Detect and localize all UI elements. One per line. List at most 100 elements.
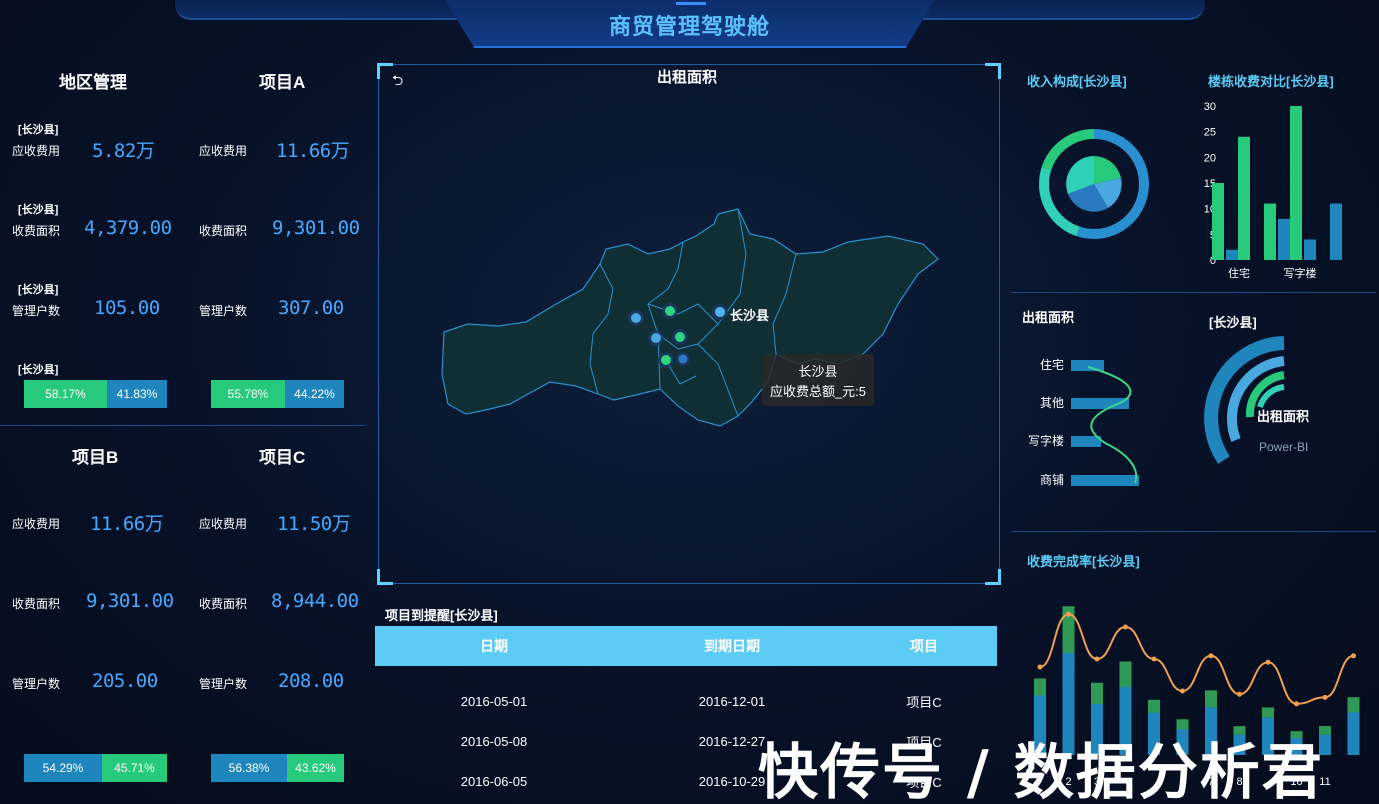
map-marker[interactable] (672, 329, 688, 345)
project-b-pct-blue: 54.29% (24, 754, 102, 782)
building-chart[interactable]: 051015202530 住宅写字楼 (1196, 96, 1356, 286)
map-svg[interactable] (378, 64, 1000, 584)
table-row[interactable]: 2016-05-01 2016-12-01 项目C (375, 681, 997, 721)
income-donut[interactable] (1038, 128, 1150, 240)
project-a-area-value: 9,301.00 (272, 217, 360, 239)
map-tooltip: 长沙县 应收费总额_元:5 (762, 354, 874, 406)
project-c-hh-value: 208.00 (278, 670, 344, 692)
map-marker[interactable] (658, 352, 674, 368)
project-c-area-value: 8,944.00 (271, 590, 359, 612)
table-header-project[interactable]: 项目 (851, 626, 997, 666)
map-marker[interactable] (628, 310, 644, 326)
project-b-area-value: 9,301.00 (86, 590, 174, 612)
completion-title: 收费完成率[长沙县] (1027, 554, 1140, 569)
project-c-fee-value: 11.50万 (277, 513, 351, 535)
right-divider (1012, 531, 1376, 532)
building-title: 楼栋收费对比[长沙县] (1208, 74, 1334, 89)
project-c-area-label: 收费面积 (199, 597, 248, 611)
table-header-date[interactable]: 日期 (375, 626, 613, 666)
table-cell: 2016-12-01 (698, 693, 766, 709)
bar (1264, 203, 1276, 260)
bar (1034, 678, 1046, 696)
left-divider (0, 425, 366, 426)
y-label: 写字楼 (1028, 433, 1064, 448)
line-point (1351, 653, 1356, 659)
map-marker[interactable] (712, 304, 728, 320)
map-marker[interactable] (676, 352, 690, 366)
project-b-title: 项目B (72, 448, 119, 467)
region-fee-value: 5.82万 (92, 140, 155, 162)
region-area-value: 4,379.00 (84, 217, 172, 239)
line-point (1037, 664, 1043, 670)
project-c-title: 项目C (259, 448, 306, 467)
gauge-sub: Power-BI (1259, 440, 1309, 454)
map-marker[interactable] (648, 330, 664, 346)
bar (1238, 136, 1250, 260)
table-cell: 项目C (906, 694, 942, 710)
bar (1071, 436, 1101, 447)
line-point (1322, 694, 1328, 700)
project-c-pct-blue: 56.38% (211, 754, 287, 782)
watermark: 快传号 / 数据分析君 (758, 738, 1324, 804)
project-b-area-label: 收费面积 (12, 597, 61, 611)
project-b-fee-label: 应收费用 (12, 517, 61, 531)
bar (1148, 699, 1160, 713)
bar (1091, 682, 1103, 704)
bar (1347, 712, 1360, 755)
project-a-fee-label: 应收费用 (199, 144, 248, 158)
tooltip-line2: 应收费总额_元:5 (769, 384, 867, 399)
bar (1071, 475, 1139, 486)
project-c-pct-green: 43.62% (287, 754, 344, 782)
x-label: 住宅 (1228, 266, 1250, 280)
bar (1119, 661, 1132, 687)
table-header-due[interactable]: 到期日期 (613, 626, 851, 666)
region-title: 地区管理 (59, 73, 127, 92)
bar (1262, 707, 1274, 718)
project-a-hh-label: 管理户数 (199, 304, 248, 318)
bar (1205, 690, 1217, 708)
tick-label: 25 (1204, 127, 1216, 139)
region-tag: [长沙县] (18, 204, 59, 216)
project-a-pct-green: 55.78% (211, 380, 285, 408)
right-divider (1012, 292, 1376, 293)
line-point (1208, 653, 1214, 659)
x-label: 写字楼 (1284, 266, 1317, 280)
gauge-label: 出租面积 (1257, 409, 1310, 424)
bar (1278, 218, 1290, 260)
bar (1330, 203, 1342, 260)
bar (1304, 239, 1316, 260)
map-city-label: 长沙县 (730, 308, 770, 323)
table-cell: 2016-05-01 (460, 693, 528, 709)
bar (1347, 697, 1360, 713)
project-b-hh-value: 205.00 (92, 670, 158, 692)
region-fee-label: 应收费用 (12, 144, 61, 158)
project-c-fee-label: 应收费用 (199, 517, 248, 531)
region-tag: [长沙县] (18, 124, 59, 136)
tick-label: 30 (1204, 101, 1216, 113)
y-label: 住宅 (1040, 357, 1064, 372)
project-a-pct-blue: 44.22% (285, 380, 344, 408)
project-a-fee-value: 11.66万 (276, 140, 350, 162)
project-b-fee-value: 11.66万 (90, 513, 164, 535)
map-marker[interactable] (662, 303, 678, 319)
y-label: 商铺 (1040, 472, 1064, 487)
line-point (1265, 659, 1271, 665)
table-title: 项目到提醒[长沙县] (385, 608, 498, 623)
region-pct-green: 58.17% (24, 380, 107, 408)
rent-chart[interactable]: 住宅其他写字楼商铺 (1020, 345, 1150, 495)
table-cell: 2016-06-05 (460, 773, 528, 789)
gauge-arc (1257, 384, 1285, 409)
rent-title: 出租面积 (1022, 310, 1075, 325)
line-point (1123, 624, 1128, 630)
line-point (1151, 656, 1157, 662)
project-a-area-label: 收费面积 (199, 224, 248, 238)
page-title: 商贸管理驾驶舱 (608, 14, 770, 39)
bar (1290, 106, 1302, 260)
region-area-label: 收费面积 (12, 224, 61, 238)
bar (1071, 360, 1104, 371)
line-point (1094, 656, 1100, 662)
tick-label: 20 (1204, 152, 1216, 164)
tooltip-line1: 长沙县 (798, 364, 838, 379)
income-title: 收入构成[长沙县] (1027, 74, 1127, 89)
region-tag: [长沙县] (18, 364, 59, 376)
